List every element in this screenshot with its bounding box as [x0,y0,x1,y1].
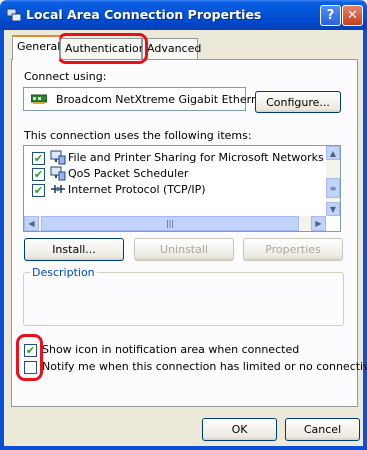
network-share-icon [50,150,66,165]
network-connection-icon [6,8,22,22]
description-group [23,272,344,326]
uninstall-button[interactable]: Uninstall [134,238,234,261]
item-label[interactable]: File and Printer Sharing for Microsoft N… [68,151,324,164]
window-frame-bottom [0,446,367,450]
window-title: Local Area Connection Properties [26,7,262,22]
scroll-left-button[interactable]: ◀ [24,216,39,231]
close-button[interactable]: ✕ [342,5,363,26]
adapter-name: Broadcom NetXtreme Gigabit Etherne [56,93,265,106]
window-frame-right [363,30,367,450]
scroll-up-button[interactable]: ▲ [326,146,340,160]
description-label: Description [30,266,97,279]
tab-general[interactable]: General [12,35,60,60]
item-label[interactable]: QoS Packet Scheduler [68,167,188,180]
authentication-tab-highlight [57,33,148,64]
scroll-down-button[interactable]: ▼ [326,202,340,216]
cancel-button[interactable]: Cancel [285,418,360,441]
item-checkbox[interactable]: ✔ [32,184,45,197]
item-checkbox[interactable]: ✔ [32,152,45,165]
item-label[interactable]: Internet Protocol (TCP/IP) [68,183,206,196]
checkbox-highlight [16,334,43,381]
vertical-scroll-thumb[interactable]: ≡ [326,178,340,198]
install-button[interactable]: Install... [24,238,124,261]
properties-button[interactable]: Properties [243,238,343,261]
configure-button[interactable]: Configure... [255,91,341,113]
help-button[interactable]: ? [320,5,341,26]
notify-label[interactable]: Notify me when this connection has limit… [42,360,367,373]
items-label: This connection uses the following items… [24,129,252,142]
horizontal-scroll-thumb[interactable]: ||| [41,216,299,231]
network-adapter-icon [31,94,47,104]
window-frame-left [0,30,4,450]
item-checkbox[interactable]: ✔ [32,168,45,181]
connect-using-label: Connect using: [24,70,107,83]
protocol-icon [51,185,65,193]
ok-button[interactable]: OK [202,418,277,441]
network-share-icon [50,166,66,181]
show-icon-label[interactable]: Show icon in notification area when conn… [42,343,299,356]
scroll-right-button[interactable]: ▶ [311,216,326,231]
tab-advanced[interactable]: Advanced [142,38,201,59]
